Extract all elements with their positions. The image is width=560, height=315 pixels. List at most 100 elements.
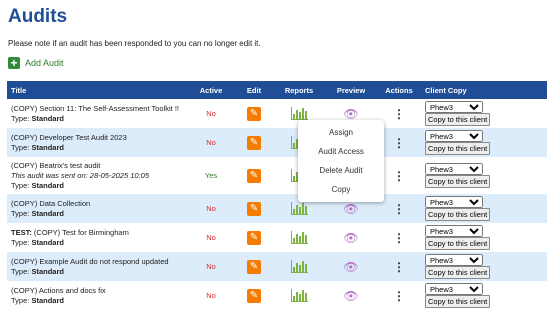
- page-title: Audits: [8, 6, 68, 27]
- copy-to-client-button[interactable]: Copy to this client: [425, 175, 491, 188]
- kebab-icon[interactable]: ⋮: [393, 136, 405, 150]
- kebab-icon[interactable]: ⋮: [393, 107, 405, 121]
- eye-icon[interactable]: 👁: [343, 107, 358, 121]
- copy-to-client-button[interactable]: Copy to this client: [425, 266, 491, 279]
- audit-title: TEST: (COPY) Test for Birmingham: [11, 228, 183, 238]
- kebab-icon[interactable]: ⋮: [393, 260, 405, 274]
- audit-sent-date: This audit was sent on: 28-05-2025 10:05: [11, 170, 150, 180]
- pencil-icon[interactable]: ✎: [247, 288, 261, 303]
- kebab-icon[interactable]: ⋮: [393, 231, 405, 245]
- audit-title: (COPY) Section 11: The Self-Assessment T…: [11, 104, 183, 114]
- audit-title-text: (COPY) Beatrix's test audit: [11, 160, 101, 170]
- audit-type: Standard: [31, 180, 64, 190]
- kebab-icon[interactable]: ⋮: [393, 289, 405, 303]
- bar-chart-icon[interactable]: [290, 259, 308, 273]
- audit-title-cell: (COPY) Developer Test Audit 2023 Type: St…: [7, 128, 187, 157]
- copy-to-client-button[interactable]: Copy to this client: [425, 142, 491, 155]
- audit-type: Standard: [31, 266, 64, 276]
- audit-title-text: (COPY) Example Audit do not respond upda…: [11, 256, 169, 266]
- pencil-icon[interactable]: ✎: [247, 135, 261, 150]
- bar-chart-icon[interactable]: [290, 201, 308, 215]
- col-title: Title: [7, 81, 187, 99]
- kebab-icon[interactable]: ⋮: [393, 202, 405, 216]
- audit-title: (COPY) Beatrix's test audit: [11, 161, 183, 171]
- pencil-icon[interactable]: ✎: [247, 230, 261, 245]
- audit-title-cell: (COPY) Section 11: The Self-Assessment T…: [7, 99, 187, 128]
- audit-title-cell: (COPY) Actions and docs fix Type: Standar…: [7, 281, 187, 310]
- col-preview: Preview: [325, 81, 377, 99]
- add-audit-button[interactable]: + Add Audit: [8, 57, 64, 69]
- audit-type-label: Type:: [11, 142, 30, 152]
- table-row: (COPY) Beatrix's test audit This audit wa…: [7, 157, 547, 194]
- menu-item-audit-access[interactable]: Audit Access: [298, 142, 384, 161]
- client-copy-cell: Phew3 Copy to this client: [421, 128, 547, 157]
- audit-title-text: (COPY) Section 11: The Self-Assessment T…: [11, 103, 179, 113]
- audit-type: Standard: [31, 208, 64, 218]
- menu-item-delete-audit[interactable]: Delete Audit: [298, 161, 384, 180]
- audit-title: (COPY) Actions and docs fix: [11, 286, 183, 296]
- client-select[interactable]: Phew3: [425, 225, 483, 237]
- copy-to-client-button[interactable]: Copy to this client: [425, 113, 491, 126]
- kebab-icon[interactable]: ⋮: [393, 169, 405, 183]
- audit-type-label: Type:: [11, 208, 30, 218]
- client-copy-cell: Phew3 Copy to this client: [421, 194, 547, 223]
- copy-to-client-button[interactable]: Copy to this client: [425, 237, 491, 250]
- active-status: No: [206, 138, 216, 147]
- table-row: (COPY) Section 11: The Self-Assessment T…: [7, 99, 547, 128]
- client-copy-cell: Phew3 Copy to this client: [421, 252, 547, 281]
- table-row: (COPY) Actions and docs fix Type: Standar…: [7, 281, 547, 310]
- bar-chart-icon[interactable]: [290, 230, 308, 244]
- active-status: No: [206, 291, 216, 300]
- audit-title-text: (COPY) Data Collection: [11, 198, 91, 208]
- client-select[interactable]: Phew3: [425, 163, 483, 175]
- audit-title-cell: TEST: (COPY) Test for Birmingham Type: St…: [7, 223, 187, 252]
- audit-title-text: (COPY) Test for Birmingham: [31, 227, 129, 237]
- table-row: (COPY) Developer Test Audit 2023 Type: St…: [7, 128, 547, 157]
- eye-icon[interactable]: 👁: [343, 231, 358, 245]
- client-copy-cell: Phew3 Copy to this client: [421, 223, 547, 252]
- client-copy-cell: Phew3 Copy to this client: [421, 99, 547, 128]
- audit-type-label: Type:: [11, 237, 30, 247]
- edit-note: Please note if an audit has been respond…: [8, 39, 261, 48]
- audit-title: (COPY) Data Collection: [11, 199, 183, 209]
- active-status: No: [206, 233, 216, 242]
- audit-title-text: (COPY) Developer Test Audit 2023: [11, 132, 127, 142]
- plus-icon: +: [8, 57, 20, 69]
- active-status: Yes: [204, 171, 218, 180]
- eye-icon[interactable]: 👁: [343, 202, 358, 216]
- audit-title-cell: (COPY) Beatrix's test audit This audit wa…: [7, 157, 187, 194]
- client-select[interactable]: Phew3: [425, 196, 483, 208]
- audit-type: Standard: [31, 142, 64, 152]
- audit-type-label: Type:: [11, 295, 30, 305]
- copy-to-client-button[interactable]: Copy to this client: [425, 208, 491, 221]
- pencil-icon[interactable]: ✎: [247, 201, 261, 216]
- eye-icon[interactable]: 👁: [343, 260, 358, 274]
- client-select[interactable]: Phew3: [425, 130, 483, 142]
- pencil-icon[interactable]: ✎: [247, 168, 261, 183]
- col-edit: Edit: [235, 81, 273, 99]
- audit-title: (COPY) Developer Test Audit 2023: [11, 133, 183, 143]
- audit-type: Standard: [31, 237, 64, 247]
- actions-menu: Assign Audit Access Delete Audit Copy: [298, 120, 384, 202]
- active-status: No: [206, 204, 216, 213]
- audit-type-label: Type:: [11, 266, 30, 276]
- bar-chart-icon[interactable]: [290, 106, 308, 120]
- audit-type-label: Type:: [11, 180, 30, 190]
- client-select[interactable]: Phew3: [425, 101, 483, 113]
- eye-icon[interactable]: 👁: [343, 289, 358, 303]
- table-row: TEST: (COPY) Test for Birmingham Type: St…: [7, 223, 547, 252]
- client-select[interactable]: Phew3: [425, 254, 483, 266]
- audit-type: Standard: [31, 113, 64, 123]
- menu-item-copy[interactable]: Copy: [298, 180, 384, 199]
- menu-item-assign[interactable]: Assign: [298, 123, 384, 142]
- client-copy-cell: Phew3 Copy to this client: [421, 157, 547, 194]
- active-status: No: [206, 262, 216, 271]
- audit-type-label: Type:: [11, 113, 30, 123]
- audit-title: (COPY) Example Audit do not respond upda…: [11, 257, 183, 267]
- pencil-icon[interactable]: ✎: [247, 259, 261, 274]
- client-select[interactable]: Phew3: [425, 283, 483, 295]
- copy-to-client-button[interactable]: Copy to this client: [425, 295, 491, 308]
- pencil-icon[interactable]: ✎: [247, 106, 261, 121]
- bar-chart-icon[interactable]: [290, 288, 308, 302]
- audit-title-prefix: TEST:: [11, 227, 32, 237]
